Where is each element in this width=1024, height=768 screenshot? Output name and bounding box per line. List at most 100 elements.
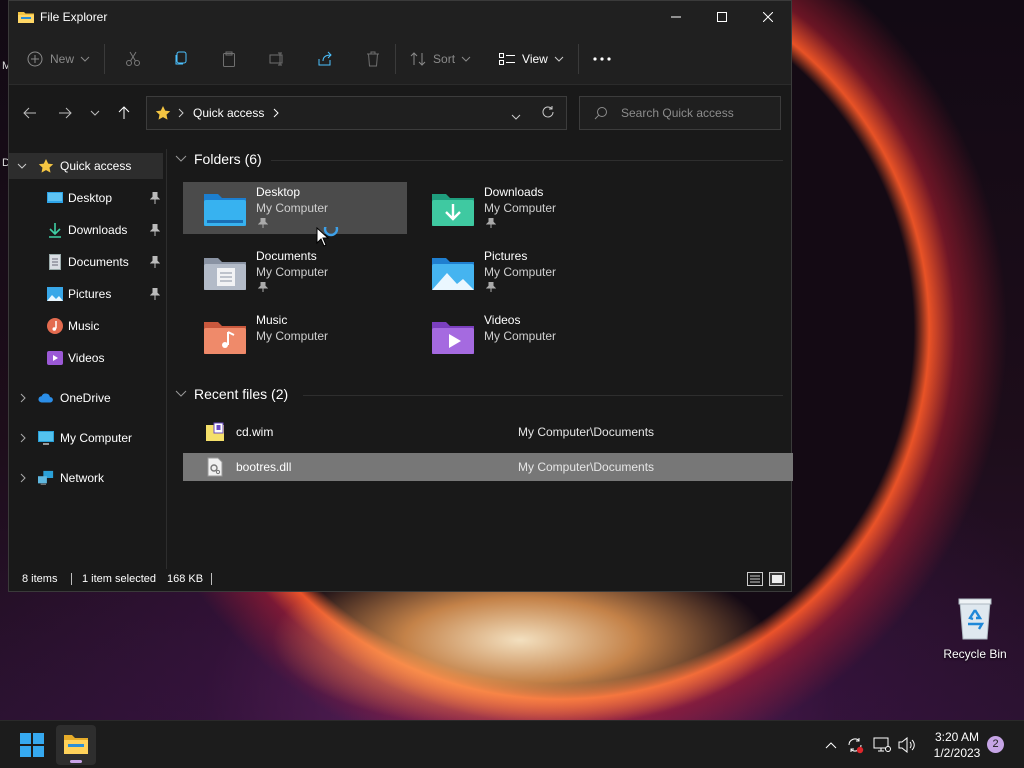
chevron-down-icon [17, 163, 27, 169]
nav-item-downloads[interactable]: Downloads [9, 217, 163, 243]
volume-button[interactable] [897, 735, 917, 755]
volume-icon [898, 737, 915, 753]
folder-name: Pictures [484, 249, 528, 263]
up-button[interactable] [116, 105, 132, 121]
group-divider [271, 160, 783, 161]
scissors-icon [126, 51, 141, 66]
more-options-button[interactable] [593, 43, 611, 75]
nav-network[interactable]: Network [9, 465, 163, 491]
recycle-bin-desktop-icon[interactable]: Recycle Bin [940, 596, 1010, 661]
nav-my-computer[interactable]: My Computer [9, 425, 163, 451]
nav-item-label: Pictures [68, 287, 112, 301]
item-count: 8 items [22, 573, 58, 585]
nav-item-pictures[interactable]: Pictures [9, 281, 163, 307]
folder-name: Music [256, 313, 288, 327]
folder-tile-downloads[interactable]: Downloads My Computer [411, 182, 635, 234]
recent-file-row[interactable]: bootres.dll My Computer\Documents [183, 453, 793, 481]
folder-tile-videos[interactable]: Videos My Computer [411, 310, 635, 362]
sort-icon [410, 51, 426, 66]
recent-group-header[interactable]: Recent files (2) [175, 386, 288, 402]
taskbar-file-explorer-button[interactable] [56, 725, 96, 765]
cut-button[interactable] [125, 43, 141, 75]
folders-group-header[interactable]: Folders (6) [175, 151, 262, 167]
folder-tile-music[interactable]: Music My Computer [183, 310, 407, 362]
downloads-folder-icon [432, 194, 474, 226]
network-icon [38, 470, 54, 486]
running-indicator [70, 760, 82, 763]
sync-status-button[interactable] [845, 735, 865, 755]
search-input[interactable]: Search Quick access [579, 96, 781, 130]
file-explorer-app-icon [18, 12, 34, 23]
copy-button[interactable] [173, 43, 189, 75]
clock-button[interactable]: 3:20 AM 1/2/2023 [926, 729, 988, 761]
network-status-icon [873, 737, 891, 752]
rename-button[interactable] [269, 43, 285, 75]
folder-tile-pictures[interactable]: Pictures My Computer [411, 246, 635, 298]
pin-icon [150, 256, 160, 268]
delete-button[interactable] [365, 43, 381, 75]
group-divider [303, 395, 783, 396]
desktop-icon [47, 190, 63, 206]
chevron-down-icon [511, 114, 521, 120]
tiles-view-icon [772, 575, 782, 583]
refresh-button[interactable] [541, 105, 555, 122]
clock-time: 3:20 AM [934, 730, 980, 744]
address-history-button[interactable] [511, 109, 521, 123]
notification-badge[interactable]: 2 [987, 736, 1004, 753]
maximize-button[interactable] [699, 1, 745, 33]
share-button[interactable] [317, 43, 333, 75]
nav-item-music[interactable]: Music [9, 313, 163, 339]
copy-icon [175, 51, 187, 64]
nav-item-label: Music [68, 319, 100, 333]
tiles-view-button[interactable] [769, 572, 785, 586]
view-button[interactable]: View [499, 43, 564, 75]
sort-label: Sort [433, 51, 456, 66]
details-view-button[interactable] [747, 572, 763, 586]
start-button[interactable] [20, 733, 44, 757]
nav-item-label: Videos [68, 351, 105, 365]
maximize-icon [717, 12, 727, 22]
close-button[interactable] [745, 1, 791, 33]
nav-item-documents[interactable]: Documents [9, 249, 163, 275]
recycle-bin-label: Recycle Bin [943, 647, 1007, 661]
network-tray-button[interactable] [872, 735, 892, 755]
star-icon [38, 158, 54, 174]
nav-onedrive[interactable]: OneDrive [9, 385, 163, 411]
command-bar: New Sort View [9, 33, 791, 85]
new-button[interactable]: New [27, 43, 90, 75]
minimize-button[interactable] [653, 1, 699, 33]
nav-item-videos[interactable]: Videos [9, 345, 163, 371]
wim-file-icon [206, 422, 224, 441]
address-bar[interactable]: Quick access [146, 96, 567, 130]
pin-icon [150, 288, 160, 300]
nav-item-desktop[interactable]: Desktop [9, 185, 163, 211]
navigation-pane: Quick access Desktop Downloads Documents [9, 149, 167, 569]
recent-group-title: Recent files (2) [194, 386, 289, 402]
show-hidden-icons-button[interactable] [821, 735, 841, 755]
recent-file-row[interactable]: cd.wim My Computer\Documents [183, 418, 793, 446]
breadcrumb-quick-access[interactable]: Quick access [193, 106, 264, 120]
folder-tile-desktop[interactable]: Desktop My Computer [183, 182, 407, 234]
file-explorer-window: File Explorer New Sort View Quick access… [8, 0, 793, 592]
nav-quick-access[interactable]: Quick access [9, 153, 163, 179]
folder-name: Documents [256, 249, 317, 263]
arrow-up-icon [118, 106, 130, 119]
chevron-up-icon [825, 742, 837, 749]
recent-locations-button[interactable] [87, 105, 103, 121]
forward-button[interactable] [57, 105, 73, 121]
folder-tile-documents[interactable]: Documents My Computer [183, 246, 407, 298]
close-icon [763, 12, 773, 22]
share-icon [318, 51, 332, 65]
paste-button[interactable] [221, 43, 237, 75]
breadcrumb-chevron-icon [178, 108, 184, 118]
status-divider [71, 573, 72, 585]
sort-button[interactable]: Sort [410, 43, 471, 75]
chevron-right-icon [20, 433, 26, 443]
nav-quick-access-label: Quick access [60, 159, 132, 173]
chevron-right-icon [20, 473, 26, 483]
folder-location: My Computer [256, 265, 329, 279]
title-bar[interactable]: File Explorer [9, 1, 791, 33]
chevron-down-icon [80, 56, 90, 62]
folders-group-title: Folders (6) [194, 151, 262, 167]
back-button[interactable] [22, 105, 38, 121]
